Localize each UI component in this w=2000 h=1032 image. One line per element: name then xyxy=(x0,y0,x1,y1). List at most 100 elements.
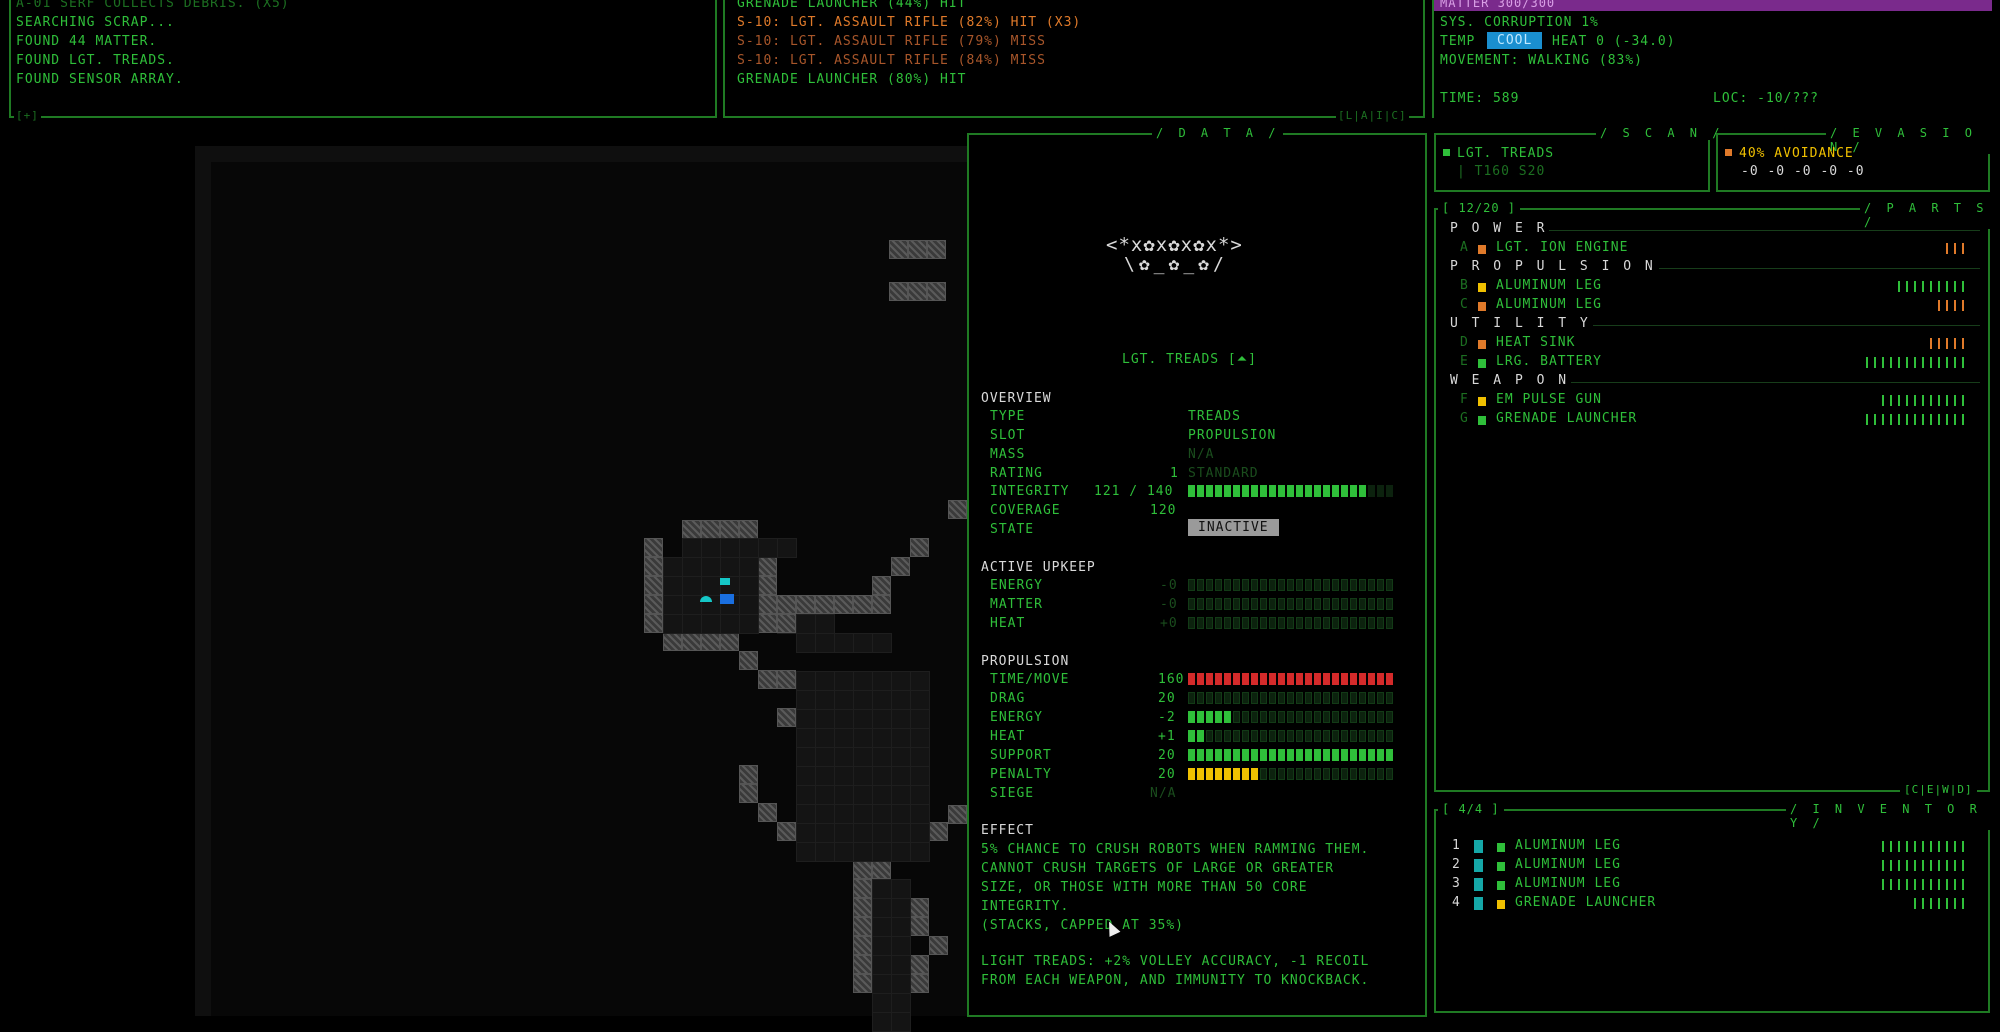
floor-tile xyxy=(872,728,892,748)
floor-tile xyxy=(891,936,911,956)
scan-status-dot xyxy=(1443,149,1450,156)
floor-tile xyxy=(796,766,816,786)
part-slot-key[interactable]: B xyxy=(1460,278,1469,293)
wall-tile xyxy=(927,240,946,259)
part-slot-key[interactable]: A xyxy=(1460,240,1469,255)
integrity-tick xyxy=(1946,414,1948,425)
integrity-tick xyxy=(1930,841,1932,852)
robot-serf-icon[interactable] xyxy=(720,578,730,585)
part-slot-key[interactable]: F xyxy=(1460,392,1469,407)
integrity-tick xyxy=(1954,300,1956,311)
floor-tile xyxy=(720,538,740,558)
group-divider xyxy=(1571,382,1980,383)
floor-tile xyxy=(853,728,873,748)
inventory-slot-key[interactable]: 3 xyxy=(1452,876,1461,891)
bar-segment xyxy=(1242,749,1249,761)
wall-tile xyxy=(739,520,758,539)
part-slot-key[interactable]: D xyxy=(1460,335,1469,350)
bar-segment xyxy=(1188,711,1195,723)
overview-label: Rating xyxy=(990,466,1043,481)
parts-title: / P A R T S / xyxy=(1860,201,2000,229)
effect-line: (Stacks, capped at 35%) xyxy=(981,918,1185,933)
bar-segment xyxy=(1359,692,1366,704)
part-name[interactable]: Lgt. Ion Engine xyxy=(1496,240,1628,255)
floor-tile xyxy=(872,804,892,824)
bar-segment xyxy=(1206,768,1213,780)
inventory-item-name[interactable]: Grenade Launcher xyxy=(1515,895,1656,910)
bar-segment xyxy=(1377,617,1384,629)
bar-segment xyxy=(1341,711,1348,723)
inventory-slot-key[interactable]: 4 xyxy=(1452,895,1461,910)
upkeep-bar xyxy=(1188,579,1395,591)
bar-segment xyxy=(1305,598,1312,610)
bar-segment xyxy=(1269,768,1276,780)
player-robot-icon[interactable] xyxy=(720,594,734,604)
bar-segment xyxy=(1314,730,1321,742)
integrity-tick xyxy=(1914,841,1916,852)
integrity-tick xyxy=(1930,395,1932,406)
bar-segment xyxy=(1188,579,1195,591)
bar-segment xyxy=(1341,485,1348,497)
inventory-item-name[interactable]: Aluminum Leg xyxy=(1515,838,1621,853)
integrity-tick xyxy=(1954,243,1956,254)
bar-segment xyxy=(1269,711,1276,723)
bar-segment xyxy=(1332,673,1339,685)
map-viewport[interactable] xyxy=(0,118,981,1032)
part-slot-key[interactable]: E xyxy=(1460,354,1469,369)
wall-tile xyxy=(777,670,796,689)
integrity-tick xyxy=(1946,841,1948,852)
propulsion-num: 20 xyxy=(1158,748,1176,763)
integrity-tick xyxy=(1906,414,1908,425)
combat-corner-label[interactable]: [L|A|I|C] xyxy=(1336,109,1409,122)
propulsion-label: Penalty xyxy=(990,767,1052,782)
treads-item-icon[interactable] xyxy=(700,596,712,602)
bar-segment xyxy=(1332,598,1339,610)
bar-segment xyxy=(1368,768,1375,780)
part-slot-key[interactable]: C xyxy=(1460,297,1469,312)
part-name[interactable]: Aluminum Leg xyxy=(1496,278,1602,293)
integrity-tick xyxy=(1930,357,1932,368)
floor-tile xyxy=(853,766,873,786)
bar-segment xyxy=(1296,749,1303,761)
integrity-tick xyxy=(1954,898,1956,909)
bar-segment xyxy=(1206,579,1213,591)
propulsion-label: Heat xyxy=(990,729,1026,744)
integrity-tick xyxy=(1930,898,1932,909)
floor-tile xyxy=(872,671,892,691)
bar-segment xyxy=(1260,711,1267,723)
propulsion-num: 20 xyxy=(1158,767,1176,782)
integrity-tick xyxy=(1914,879,1916,890)
bar-segment xyxy=(1350,749,1357,761)
wall-tile xyxy=(872,576,891,595)
inventory-item-name[interactable]: Aluminum Leg xyxy=(1515,857,1621,872)
part-name[interactable]: Heat Sink xyxy=(1496,335,1575,350)
part-name[interactable]: Aluminum Leg xyxy=(1496,297,1602,312)
bar-segment xyxy=(1287,730,1294,742)
part-name[interactable]: Lrg. Battery xyxy=(1496,354,1602,369)
bar-segment xyxy=(1341,598,1348,610)
part-slot-key[interactable]: G xyxy=(1460,411,1469,426)
temp-label: Temp xyxy=(1440,34,1476,49)
bar-segment xyxy=(1341,617,1348,629)
bar-segment xyxy=(1368,692,1375,704)
propulsion-bar xyxy=(1188,749,1395,761)
inventory-slot-key[interactable]: 2 xyxy=(1452,857,1461,872)
inventory-item-name[interactable]: Aluminum Leg xyxy=(1515,876,1621,891)
wall-tile xyxy=(758,595,777,614)
parts-footer[interactable]: [C|E|W|D] xyxy=(1900,783,1977,796)
floor-tile xyxy=(815,785,835,805)
bar-segment xyxy=(1314,579,1321,591)
integrity-tick xyxy=(1890,414,1892,425)
bar-segment xyxy=(1242,598,1249,610)
floor-tile xyxy=(777,538,797,558)
integrity-tick xyxy=(1946,300,1948,311)
part-name[interactable]: Grenade Launcher xyxy=(1496,411,1637,426)
combat-line: S-10: Lgt. Assault Rifle (79%) Miss xyxy=(737,34,1046,49)
integrity-tick xyxy=(1938,357,1940,368)
floor-tile xyxy=(834,747,854,767)
part-name[interactable]: EM Pulse Gun xyxy=(1496,392,1602,407)
inventory-slot-key[interactable]: 1 xyxy=(1452,838,1461,853)
bar-segment xyxy=(1314,617,1321,629)
bar-segment xyxy=(1233,485,1240,497)
bar-segment xyxy=(1341,673,1348,685)
